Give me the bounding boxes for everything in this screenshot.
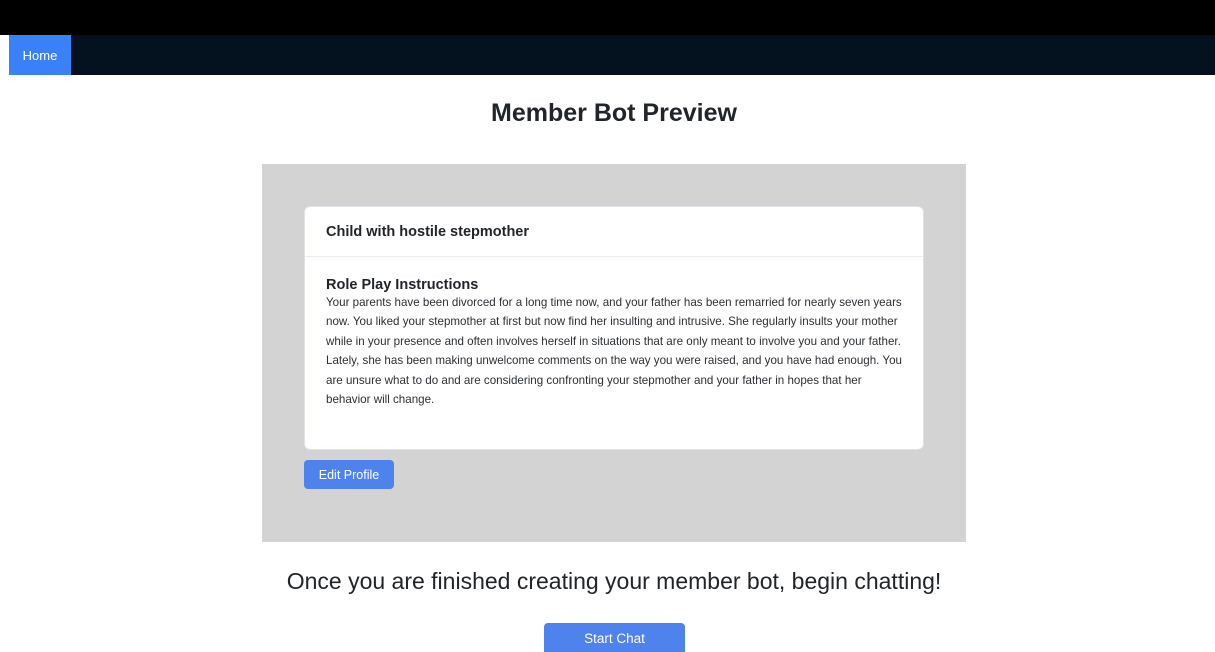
profile-card-body: Role Play Instructions Your parents have… [305,257,923,429]
profile-card-title: Child with hostile stepmother [305,207,923,257]
top-bar [0,0,1215,35]
page-title: Member Bot Preview [491,99,737,127]
role-play-instructions-heading: Role Play Instructions [326,277,479,293]
nav-home-link[interactable]: Home [9,35,71,75]
profile-card: Child with hostile stepmother Role Play … [304,206,924,450]
role-play-instructions-text: Your parents have been divorced for a lo… [326,296,902,407]
start-chat-button[interactable]: Start Chat [544,623,685,652]
navbar: Home [9,35,1215,75]
chat-cta-text: Once you are finished creating your memb… [286,568,942,594]
edit-profile-button[interactable]: Edit Profile [304,460,394,489]
preview-panel: Child with hostile stepmother Role Play … [262,164,966,542]
